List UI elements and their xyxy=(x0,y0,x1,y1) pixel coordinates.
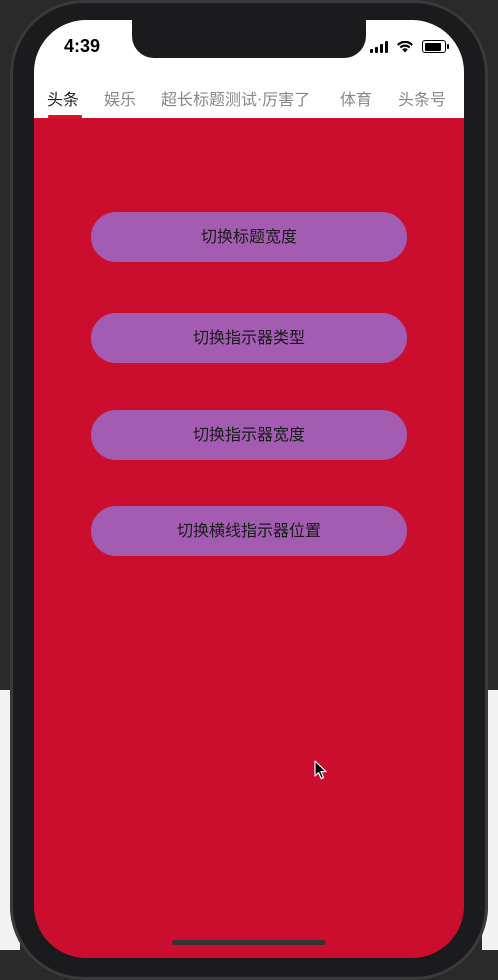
toggle-line-indicator-position-button[interactable]: 切换横线指示器位置 xyxy=(91,506,407,556)
toggle-title-width-button[interactable]: 切换标题宽度 xyxy=(91,212,407,262)
mouse-pointer-icon xyxy=(314,760,327,780)
tab-sports[interactable]: 体育 xyxy=(340,86,372,110)
tab-bar: 头条 娱乐 超长标题测试·厉害了 体育 头条号 xyxy=(34,74,464,118)
tab-headline-accounts[interactable]: 头条号 xyxy=(398,86,446,110)
notch xyxy=(132,20,366,58)
status-bar: 4:39 xyxy=(34,20,464,74)
desktop-background: 4:39 头条 娱乐 超长标题测试·厉害了 体育 头条号 切换标题宽度 切换指示… xyxy=(0,0,498,980)
wifi-icon xyxy=(397,40,413,52)
status-icons xyxy=(370,40,449,53)
phone-screen: 4:39 头条 娱乐 超长标题测试·厉害了 体育 头条号 切换标题宽度 切换指示… xyxy=(34,20,464,958)
status-time: 4:39 xyxy=(64,36,101,56)
tab-headlines[interactable]: 头条 xyxy=(47,86,79,110)
battery-icon xyxy=(422,40,449,53)
phone-frame: 4:39 头条 娱乐 超长标题测试·厉害了 体育 头条号 切换标题宽度 切换指示… xyxy=(10,0,488,980)
toggle-indicator-width-button[interactable]: 切换指示器宽度 xyxy=(91,410,407,460)
toggle-indicator-type-button[interactable]: 切换指示器类型 xyxy=(91,313,407,363)
cellular-signal-icon xyxy=(370,40,388,53)
home-indicator[interactable] xyxy=(172,940,326,945)
content-area: 切换标题宽度 切换指示器类型 切换指示器宽度 切换横线指示器位置 xyxy=(34,118,464,958)
tab-long-title-test[interactable]: 超长标题测试·厉害了 xyxy=(161,86,310,110)
tab-entertainment[interactable]: 娱乐 xyxy=(104,86,136,110)
